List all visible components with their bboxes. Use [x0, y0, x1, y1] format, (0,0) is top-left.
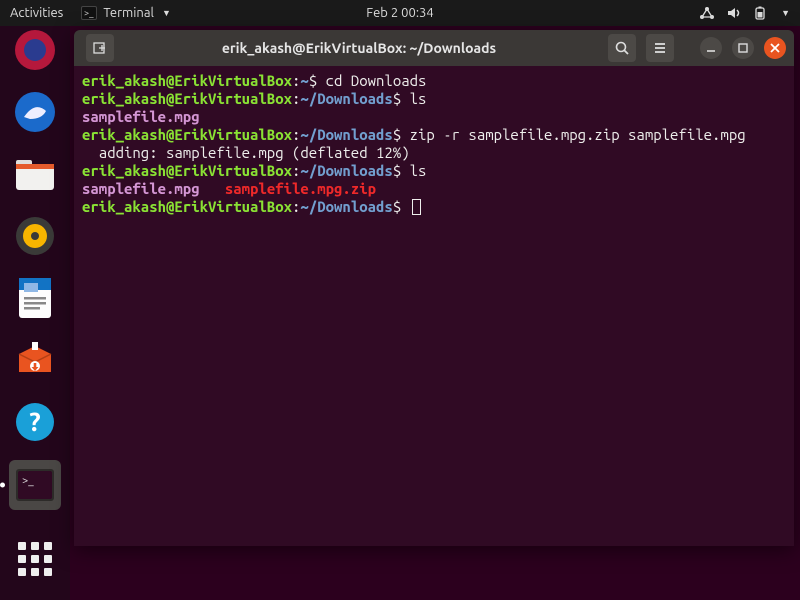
cmd-zip: zip -r samplefile.mpg.zip samplefile.mpg: [401, 126, 745, 143]
close-button[interactable]: [764, 37, 786, 59]
system-menu-chevron-icon[interactable]: ▼: [781, 8, 790, 18]
minimize-button[interactable]: [700, 37, 722, 59]
prompt-path: ~: [300, 72, 308, 89]
close-icon: [769, 42, 781, 54]
cmd-ls1: ls: [401, 90, 426, 107]
minimize-icon: [705, 42, 717, 54]
dock-files[interactable]: [11, 150, 59, 198]
dock-software[interactable]: [11, 336, 59, 384]
search-icon: [614, 40, 630, 56]
terminal-output[interactable]: erik_akash@ErikVirtualBox:~$ cd Download…: [74, 66, 794, 546]
show-applications-button[interactable]: [14, 538, 56, 580]
file-mpg: samplefile.mpg: [82, 108, 200, 125]
clock[interactable]: Feb 2 00:34: [366, 6, 433, 20]
menu-button[interactable]: [646, 34, 674, 62]
cmd-ls2: ls: [401, 162, 426, 179]
file-zip: samplefile.mpg.zip: [225, 180, 376, 197]
dock-thunderbird[interactable]: [11, 88, 59, 136]
terminal-window: erik_akash@ErikVirtualBox: ~/Downloads e…: [74, 30, 794, 546]
cursor: [412, 199, 421, 215]
app-menu[interactable]: >_ Terminal ▼: [81, 6, 171, 20]
dock-terminal[interactable]: >_: [9, 460, 61, 510]
search-button[interactable]: [608, 34, 636, 62]
hamburger-icon: [652, 40, 668, 56]
window-title: erik_akash@ErikVirtualBox: ~/Downloads: [114, 40, 604, 56]
dock-firefox[interactable]: [11, 26, 59, 74]
maximize-button[interactable]: [732, 37, 754, 59]
svg-text:>_: >_: [22, 475, 34, 487]
network-icon[interactable]: [699, 6, 715, 20]
volume-icon[interactable]: [727, 6, 741, 20]
svg-text:?: ?: [29, 407, 40, 436]
prompt-user: erik_akash@ErikVirtualBox: [82, 72, 292, 89]
battery-icon[interactable]: [753, 6, 767, 20]
chevron-down-icon: ▼: [162, 8, 171, 18]
zip-output: adding: samplefile.mpg (deflated 12%): [82, 144, 410, 161]
cmd-cd: cd Downloads: [317, 72, 426, 89]
file-mpg2: samplefile.mpg: [82, 180, 200, 197]
dock-help[interactable]: ?: [11, 398, 59, 446]
activities-button[interactable]: Activities: [10, 6, 63, 20]
svg-text:>_: >_: [84, 8, 94, 18]
dock-libreoffice-writer[interactable]: [11, 274, 59, 322]
titlebar[interactable]: erik_akash@ErikVirtualBox: ~/Downloads: [74, 30, 794, 66]
maximize-icon: [737, 42, 749, 54]
new-tab-button[interactable]: [86, 34, 114, 62]
dock-rhythmbox[interactable]: [11, 212, 59, 260]
gnome-topbar: Activities >_ Terminal ▼ Feb 2 00:34 ▼: [0, 0, 800, 26]
app-menu-label: Terminal: [103, 6, 154, 20]
dock: ? >_: [0, 26, 70, 600]
terminal-icon: >_: [81, 6, 97, 20]
